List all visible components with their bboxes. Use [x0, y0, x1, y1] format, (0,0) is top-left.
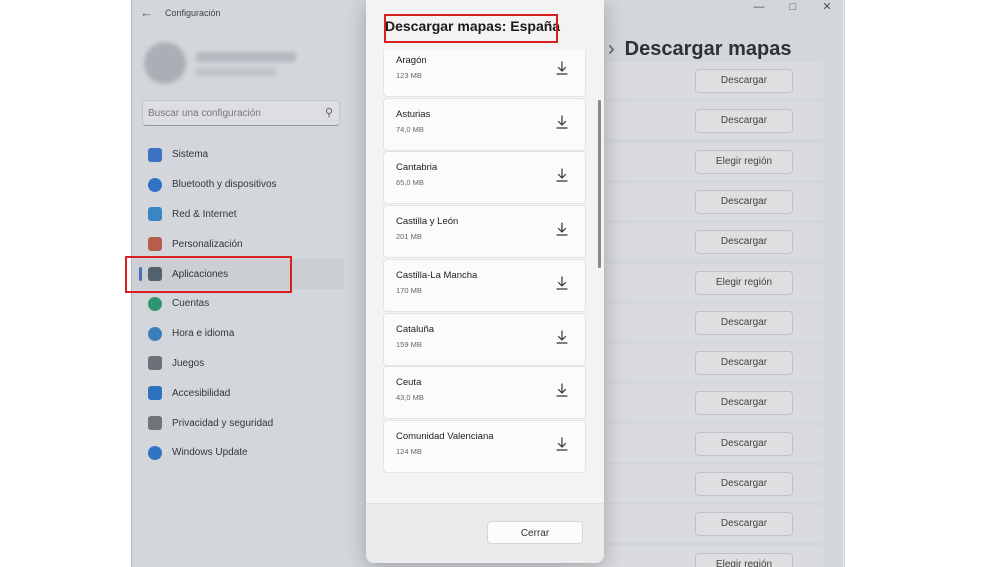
region-item: Castilla-La Mancha 170 MB: [383, 258, 586, 312]
region-name: Aragón: [396, 55, 427, 66]
region-name: Ceuta: [396, 377, 422, 389]
download-icon[interactable]: [555, 167, 569, 183]
region-item: Asturias 74,0 MB: [383, 97, 586, 151]
region-name: Cataluña: [396, 323, 435, 335]
download-icon[interactable]: [555, 221, 569, 237]
region-item: Cataluña 159 MB: [383, 312, 586, 366]
region-size: 123 MB: [396, 71, 422, 80]
region-item: Aragón 123 MB: [383, 50, 586, 97]
region-size: 124 MB: [396, 446, 422, 456]
download-icon[interactable]: [555, 436, 569, 452]
region-list[interactable]: Aragón 123 MB Asturias 74,0 MB Cantabria 65,0…: [383, 50, 587, 473]
apps-item-highlight: [125, 256, 292, 293]
region-item: Cantabria 65,0 MB: [383, 151, 586, 205]
download-maps-dialog: Descargar mapas: España Aragón 123 MB Astu…: [366, 0, 604, 563]
region-size: 65,0 MB: [396, 178, 424, 188]
download-icon[interactable]: [555, 329, 569, 345]
download-icon[interactable]: [555, 382, 569, 398]
region-name: Castilla-La Mancha: [396, 269, 478, 281]
download-icon[interactable]: [555, 114, 569, 130]
region-item: Comunidad Valenciana 124 MB: [383, 419, 586, 473]
region-item: Ceuta 43,0 MB: [383, 366, 586, 420]
region-name: Cantabria: [396, 162, 438, 174]
region-size: 43,0 MB: [396, 393, 424, 403]
close-button[interactable]: Cerrar: [487, 521, 583, 544]
region-size: 170 MB: [396, 285, 422, 295]
region-item: Castilla y León 201 MB: [383, 205, 586, 259]
region-name: Comunidad Valenciana: [396, 430, 494, 442]
region-name: Castilla y León: [396, 216, 459, 228]
region-size: 74,0 MB: [396, 124, 424, 134]
download-icon[interactable]: [555, 60, 569, 76]
dialog-title-highlight: [384, 14, 558, 43]
region-name: Asturias: [396, 108, 431, 120]
region-size: 201 MB: [396, 232, 422, 242]
region-size: 159 MB: [396, 339, 422, 349]
region-list-scrollbar[interactable]: [598, 100, 601, 268]
download-icon[interactable]: [555, 275, 569, 291]
dialog-footer: Cerrar: [366, 503, 604, 563]
